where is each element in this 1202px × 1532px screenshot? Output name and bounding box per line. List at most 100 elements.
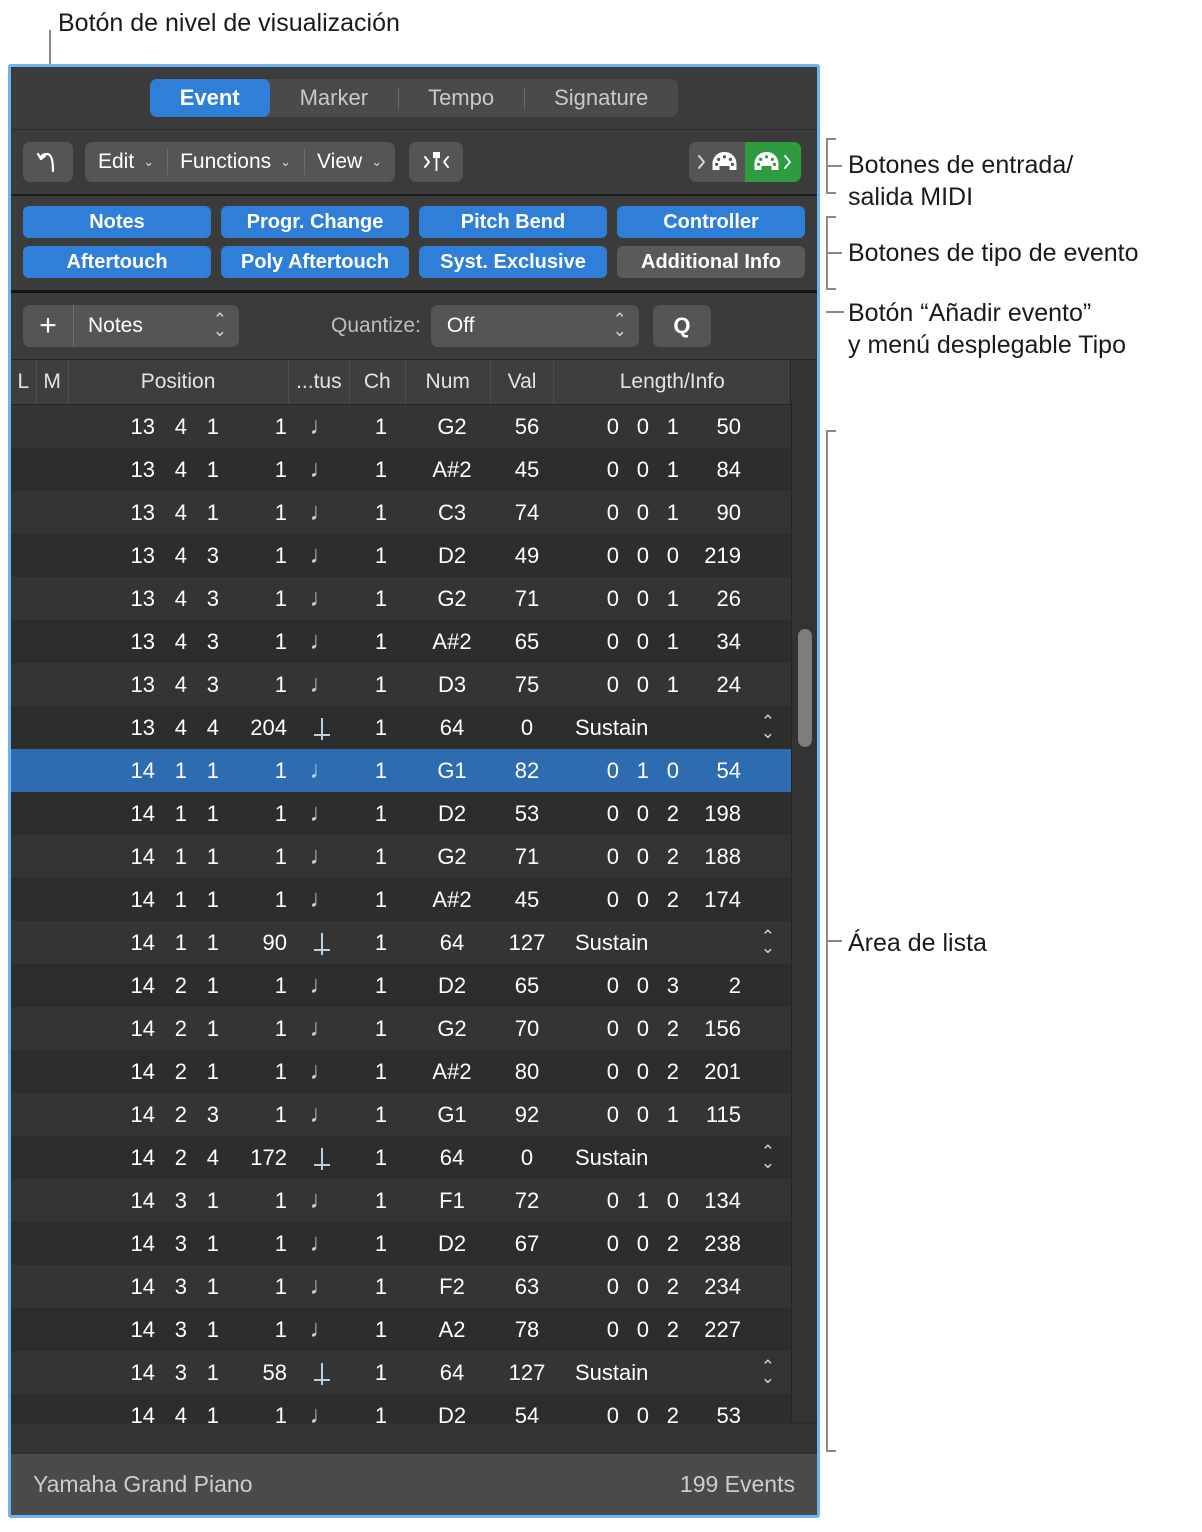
position-field-4[interactable]: 1: [219, 878, 287, 921]
length-field-4[interactable]: 24: [679, 663, 741, 706]
event-type-progr-change[interactable]: Progr. Change: [221, 206, 409, 238]
length-field-3[interactable]: 2: [649, 792, 679, 835]
length-field-4[interactable]: 234: [679, 1265, 741, 1308]
position-field-1[interactable]: 13: [115, 577, 155, 620]
length-field-4[interactable]: 54: [679, 749, 741, 792]
table-row[interactable]: 14 3 1 58 1 64 127 Sustain ⌃ ⌄: [11, 1351, 817, 1394]
position-field-1[interactable]: 14: [115, 1351, 155, 1394]
length-field-2[interactable]: 0: [619, 1050, 649, 1093]
table-row[interactable]: 14 1 1 1 ♩ 1 G1 82 0 1 0 54: [11, 749, 817, 792]
column-header-position[interactable]: Position: [69, 360, 289, 404]
position-field-2[interactable]: 2: [155, 1050, 187, 1093]
length-field-4[interactable]: 174: [679, 878, 741, 921]
table-row[interactable]: 14 3 1 1 ♩ 1 A2 78 0 0 2 227: [11, 1308, 817, 1351]
tab-signature[interactable]: Signature: [524, 79, 678, 117]
position-field-2[interactable]: 2: [155, 1136, 187, 1179]
position-field-2[interactable]: 2: [155, 1007, 187, 1050]
length-field-3[interactable]: 2: [649, 835, 679, 878]
length-field-3[interactable]: 0: [649, 749, 679, 792]
position-field-2[interactable]: 3: [155, 1179, 187, 1222]
position-field-1[interactable]: 14: [115, 1222, 155, 1265]
position-field-1[interactable]: 14: [115, 1093, 155, 1136]
length-field-4[interactable]: 156: [679, 1007, 741, 1050]
position-field-2[interactable]: 2: [155, 1093, 187, 1136]
length-field-3[interactable]: 1: [649, 491, 679, 534]
length-field-1[interactable]: 0: [589, 1050, 619, 1093]
event-type-notes[interactable]: Notes: [23, 206, 211, 238]
length-field-2[interactable]: 1: [619, 749, 649, 792]
length-field-3[interactable]: 2: [649, 1394, 679, 1424]
position-field-1[interactable]: 14: [115, 1007, 155, 1050]
table-row[interactable]: 13 4 1 1 ♩ 1 G2 56 0 0 1 50: [11, 405, 817, 448]
position-field-3[interactable]: 1: [187, 792, 219, 835]
column-header-status[interactable]: ...tus: [289, 360, 351, 404]
event-type-pitch-bend[interactable]: Pitch Bend: [419, 206, 607, 238]
position-field-2[interactable]: 1: [155, 921, 187, 964]
length-field-4[interactable]: 188: [679, 835, 741, 878]
length-field-1[interactable]: 0: [589, 534, 619, 577]
position-field-1[interactable]: 13: [115, 706, 155, 749]
length-field-1[interactable]: 0: [589, 749, 619, 792]
table-row[interactable]: 13 4 1 1 ♩ 1 A#2 45 0 0 1 84: [11, 448, 817, 491]
length-field-2[interactable]: 0: [619, 663, 649, 706]
table-row[interactable]: 13 4 3 1 ♩ 1 D3 75 0 0 1 24: [11, 663, 817, 706]
length-field-3[interactable]: 1: [649, 577, 679, 620]
stepper-icon[interactable]: ⌃ ⌄: [761, 1358, 775, 1385]
position-field-4[interactable]: 1: [219, 1050, 287, 1093]
position-field-3[interactable]: 1: [187, 1050, 219, 1093]
position-field-4[interactable]: 1: [219, 1308, 287, 1351]
position-field-2[interactable]: 4: [155, 491, 187, 534]
event-type-controller[interactable]: Controller: [617, 206, 805, 238]
length-field-2[interactable]: 0: [619, 1265, 649, 1308]
length-field-2[interactable]: 0: [619, 1308, 649, 1351]
tab-event[interactable]: Event: [149, 79, 270, 117]
position-field-4[interactable]: 1: [219, 448, 287, 491]
position-field-3[interactable]: 3: [187, 620, 219, 663]
position-field-1[interactable]: 14: [115, 1136, 155, 1179]
position-field-2[interactable]: 4: [155, 620, 187, 663]
position-field-2[interactable]: 3: [155, 1222, 187, 1265]
table-row[interactable]: 14 3 1 1 ♩ 1 F1 72 0 1 0 134: [11, 1179, 817, 1222]
position-field-3[interactable]: 1: [187, 1265, 219, 1308]
length-field-1[interactable]: 0: [589, 448, 619, 491]
position-field-3[interactable]: 1: [187, 491, 219, 534]
column-header-num[interactable]: Num: [406, 360, 491, 404]
quantize-apply-button[interactable]: Q: [652, 305, 711, 347]
table-row[interactable]: 13 4 3 1 ♩ 1 G2 71 0 0 1 26: [11, 577, 817, 620]
table-row[interactable]: 14 4 1 1 ♩ 1 D2 54 0 0 2 53: [11, 1394, 817, 1424]
table-row[interactable]: 13 4 3 1 ♩ 1 D2 49 0 0 0 219: [11, 534, 817, 577]
length-field-3[interactable]: 3: [649, 964, 679, 1007]
position-field-3[interactable]: 1: [187, 1394, 219, 1424]
length-field-4[interactable]: 84: [679, 448, 741, 491]
position-field-4[interactable]: 1: [219, 1093, 287, 1136]
midi-in-button[interactable]: [689, 142, 745, 182]
position-field-2[interactable]: 1: [155, 749, 187, 792]
event-type-additional-info[interactable]: Additional Info: [617, 246, 805, 278]
position-field-4[interactable]: 90: [219, 921, 287, 964]
table-row[interactable]: 14 3 1 1 ♩ 1 F2 63 0 0 2 234: [11, 1265, 817, 1308]
quantize-popup[interactable]: Off ⌃ ⌄: [430, 305, 639, 347]
position-field-2[interactable]: 4: [155, 706, 187, 749]
length-field-2[interactable]: 0: [619, 835, 649, 878]
position-field-3[interactable]: 1: [187, 964, 219, 1007]
position-field-4[interactable]: 1: [219, 491, 287, 534]
length-field-3[interactable]: 2: [649, 1222, 679, 1265]
length-field-2[interactable]: 0: [619, 792, 649, 835]
position-field-3[interactable]: 1: [187, 878, 219, 921]
length-field-2[interactable]: 0: [619, 878, 649, 921]
position-field-2[interactable]: 4: [155, 663, 187, 706]
length-field-1[interactable]: 0: [589, 405, 619, 448]
position-field-1[interactable]: 14: [115, 792, 155, 835]
position-field-1[interactable]: 13: [115, 405, 155, 448]
length-field-3[interactable]: 2: [649, 1007, 679, 1050]
length-field-2[interactable]: 0: [619, 1222, 649, 1265]
length-field-1[interactable]: 0: [589, 964, 619, 1007]
table-row[interactable]: 14 2 3 1 ♩ 1 G1 92 0 0 1 115: [11, 1093, 817, 1136]
tab-tempo[interactable]: Tempo: [398, 79, 524, 117]
position-field-1[interactable]: 14: [115, 1050, 155, 1093]
length-field-3[interactable]: 2: [649, 1308, 679, 1351]
length-field-4[interactable]: 50: [679, 405, 741, 448]
position-field-2[interactable]: 3: [155, 1265, 187, 1308]
position-field-4[interactable]: 1: [219, 1222, 287, 1265]
position-field-4[interactable]: 1: [219, 620, 287, 663]
